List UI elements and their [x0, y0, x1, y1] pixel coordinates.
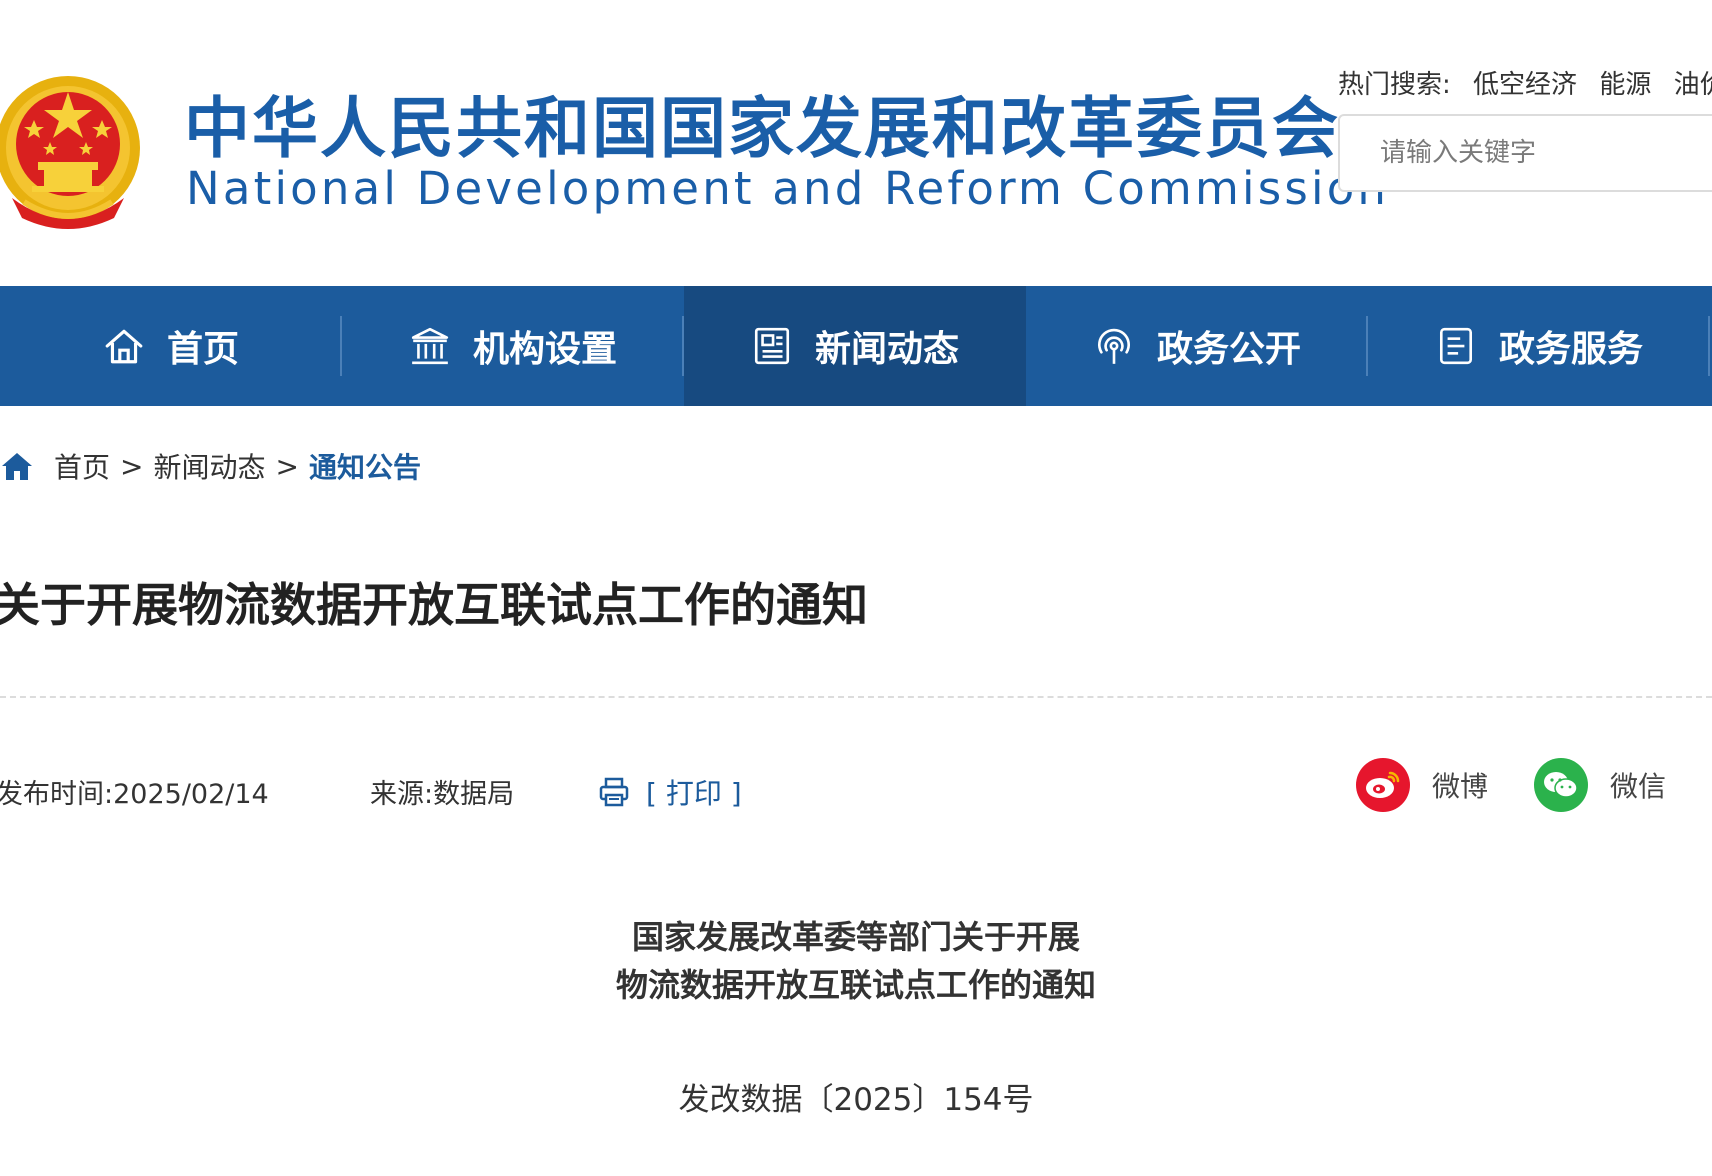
- wechat-icon: [1534, 758, 1588, 812]
- main-nav: 首页 机构设置 新闻动态 政务公开 政务服务: [0, 286, 1712, 406]
- search-box: [1338, 114, 1712, 192]
- share-weibo[interactable]: 微博: [1356, 758, 1488, 812]
- share-weibo-label: 微博: [1432, 770, 1489, 803]
- broadcast-icon: [1098, 328, 1130, 364]
- breadcrumb-separator: >: [275, 449, 299, 483]
- nav-item-label: 政务公开: [1156, 329, 1301, 370]
- share-wechat[interactable]: 微信: [1534, 758, 1666, 812]
- hot-search-label: 热门搜索:: [1338, 70, 1451, 100]
- source: 来源:数据局: [370, 772, 514, 811]
- breadcrumb-news[interactable]: 新闻动态: [153, 446, 265, 486]
- nav-item-government-affairs[interactable]: 政务公开: [1026, 286, 1368, 406]
- hot-search-keyword[interactable]: 油价: [1674, 70, 1712, 100]
- source-label: 来源:: [370, 779, 434, 810]
- nav-item-label: 政务服务: [1498, 329, 1643, 370]
- nav-item-label: 机构设置: [472, 329, 617, 370]
- nav-item-label: 首页: [166, 329, 239, 370]
- hot-search: 热门搜索: 低空经济 能源 油价: [1338, 64, 1712, 101]
- publish-label: 发布时间:: [0, 779, 114, 810]
- publish-date: 2025/02/14: [113, 779, 269, 810]
- print-label: [ 打印 ]: [646, 777, 742, 810]
- weibo-icon: [1356, 758, 1410, 812]
- site-title-en: National Development and Reform Commissi…: [186, 162, 1390, 215]
- breadcrumb-current[interactable]: 通知公告: [309, 446, 421, 486]
- news-icon: [754, 327, 790, 365]
- home-icon: [105, 329, 143, 364]
- title-divider: [0, 696, 1712, 698]
- home-icon: [2, 453, 32, 480]
- nav-item-home[interactable]: 首页: [0, 286, 342, 406]
- doc-number: 发改数据〔2025〕154号: [678, 1082, 1034, 1118]
- doc-heading-line-2: 物流数据开放互联试点工作的通知: [615, 966, 1096, 1004]
- breadcrumb-separator: >: [120, 449, 144, 483]
- hot-search-keyword[interactable]: 能源: [1599, 70, 1651, 100]
- institution-icon: [411, 327, 449, 365]
- nav-divider: [1708, 316, 1710, 376]
- document-icon: [1439, 327, 1472, 365]
- doc-heading-line-1: 国家发展改革委等部门关于开展: [631, 918, 1080, 956]
- printer-icon: [599, 777, 629, 807]
- breadcrumb-home[interactable]: 首页: [54, 446, 110, 486]
- hot-search-keyword[interactable]: 低空经济: [1473, 70, 1577, 100]
- nav-item-news[interactable]: 新闻动态: [684, 286, 1026, 406]
- print-button[interactable]: [ 打印 ]: [598, 772, 742, 812]
- nav-item-label: 新闻动态: [814, 329, 959, 370]
- article-title: 关于开展物流数据开放互联试点工作的通知: [0, 578, 868, 632]
- share-wechat-label: 微信: [1610, 770, 1667, 803]
- nav-item-institution[interactable]: 机构设置: [342, 286, 684, 406]
- site-title-cn: 中华人民共和国国家发展和改革委员会: [184, 90, 1340, 167]
- search-input[interactable]: [1340, 116, 1700, 190]
- breadcrumb: 首页 > 新闻动态 > 通知公告: [0, 446, 421, 486]
- source-value: 数据局: [433, 779, 515, 810]
- national-emblem-icon: [0, 76, 140, 229]
- publish-time: 发布时间:2025/02/14: [0, 772, 269, 811]
- nav-item-government-services[interactable]: 政务服务: [1368, 286, 1710, 406]
